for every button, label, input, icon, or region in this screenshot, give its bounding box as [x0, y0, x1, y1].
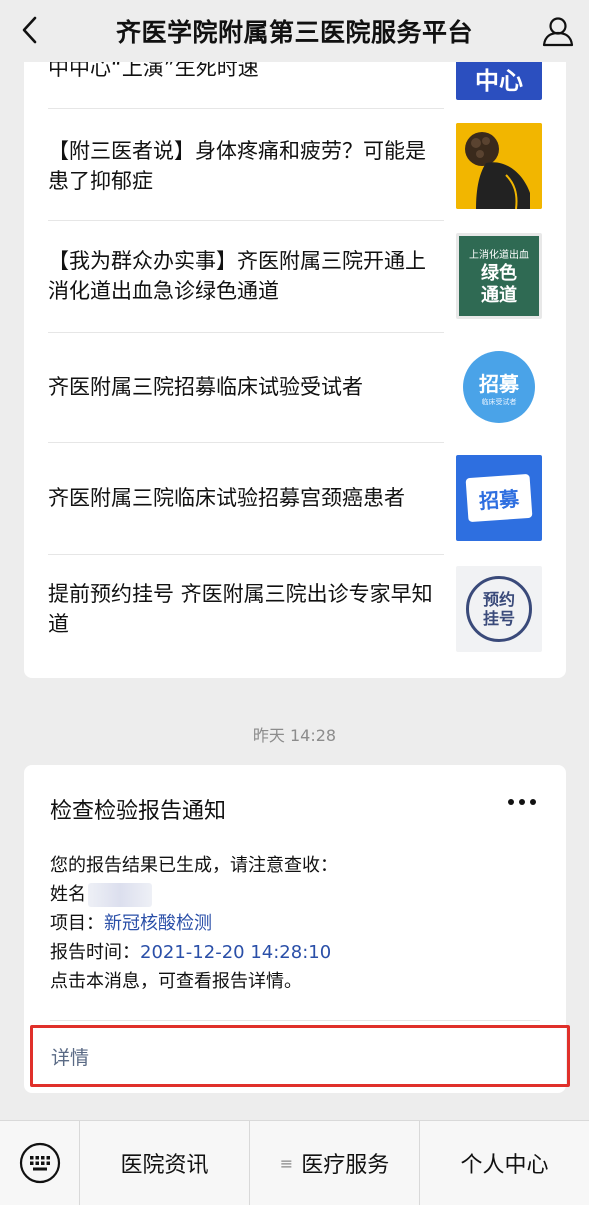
- news-item[interactable]: 齐医附属三院临床试验招募宫颈癌患者 招募: [48, 455, 542, 541]
- more-icon[interactable]: [508, 799, 536, 805]
- bottom-menu-bar: 医院资讯 ≡ 医疗服务 个人中心: [0, 1120, 589, 1205]
- project-label: 项目：: [50, 913, 104, 934]
- news-item-title: 齐医附属三院临床试验招募宫颈癌患者: [48, 486, 405, 510]
- report-notice-card[interactable]: 检查检验报告通知 您的报告结果已生成，请注意查收： 姓名 项目：新冠核酸检测 报…: [24, 765, 570, 1093]
- divider: [50, 1020, 540, 1021]
- thumbnail-caption: 上消化道出血: [469, 249, 529, 261]
- menu-label: 个人中心: [460, 1153, 549, 1178]
- news-thumbnail: 预约挂号: [456, 566, 542, 652]
- divider: [48, 554, 444, 555]
- news-item[interactable]: 提前预约挂号 齐医附属三院出诊专家早知道 预约挂号: [48, 566, 542, 652]
- news-thumbnail: 招募: [456, 455, 542, 541]
- report-time-label: 报告时间：: [50, 942, 140, 963]
- menu-label: 医疗服务: [301, 1153, 390, 1178]
- divider: [48, 108, 444, 109]
- thumbnail-label: 招募: [479, 371, 519, 396]
- news-card: 中中心“上演”生死时速 中心 【附三医者说】身体疼痛和疲劳？可能是患了抑郁症 【…: [24, 48, 566, 678]
- detail-label: 详情: [51, 1046, 90, 1069]
- news-thumbnail: 上消化道出血 绿色通道: [456, 233, 542, 319]
- divider: [48, 220, 444, 221]
- news-item[interactable]: 【附三医者说】身体疼痛和疲劳？可能是患了抑郁症: [48, 123, 542, 209]
- notice-time-row: 报告时间：2021-12-20 14:28:10: [50, 938, 338, 967]
- news-item-title: 齐医附属三院招募临床试验受试者: [48, 375, 363, 399]
- divider: [48, 442, 444, 443]
- thumbnail-label: 绿色通道: [481, 262, 517, 306]
- page-title: 齐医学院附属第三医院服务平台: [115, 18, 473, 47]
- menu-medical-services[interactable]: ≡ 医疗服务: [250, 1120, 420, 1205]
- news-item-title: 【我为群众办实事】齐医附属三院开通上消化道出血急诊绿色通道: [48, 249, 426, 303]
- notice-line: 点击本消息，可查看报告详情。: [50, 971, 302, 992]
- thumbnail-label: 招募: [478, 486, 520, 513]
- keyboard-icon[interactable]: [0, 1120, 80, 1205]
- news-thumbnail: [456, 123, 542, 209]
- notice-line: 您的报告结果已生成，请注意查收：: [50, 855, 338, 876]
- message-timestamp: 昨天 14:28: [252, 726, 337, 745]
- news-item-title: 提前预约挂号 齐医附属三院出诊专家早知道: [48, 582, 433, 636]
- redacted-name: [88, 883, 152, 907]
- notice-body: 您的报告结果已生成，请注意查收： 姓名 项目：新冠核酸检测 报告时间：2021-…: [50, 851, 338, 996]
- project-value: 新冠核酸检测: [104, 913, 212, 934]
- news-item-title: 【附三医者说】身体疼痛和疲劳？可能是患了抑郁症: [48, 139, 426, 193]
- notice-project-row: 项目：新冠核酸检测: [50, 909, 338, 938]
- thumbnail-label: 预约挂号: [482, 590, 515, 628]
- top-bar: 齐医学院附属第三医院服务平台: [0, 0, 589, 62]
- back-icon[interactable]: [14, 14, 46, 46]
- news-item[interactable]: 齐医附属三院招募临床试验受试者 招募 临床受试者: [48, 344, 542, 430]
- report-time-value: 2021-12-20 14:28:10: [140, 942, 332, 963]
- thumbnail-label: 中心: [475, 66, 523, 95]
- news-thumbnail: 招募 临床受试者: [456, 344, 542, 430]
- thumbnail-caption: 临床受试者: [481, 397, 517, 406]
- detail-link[interactable]: 详情: [30, 1025, 570, 1087]
- notice-title: 检查检验报告通知: [50, 799, 227, 824]
- news-item[interactable]: 【我为群众办实事】齐医附属三院开通上消化道出血急诊绿色通道 上消化道出血 绿色通…: [48, 233, 542, 319]
- name-label: 姓名: [50, 884, 86, 905]
- depressed-person-icon: [456, 123, 542, 209]
- user-icon[interactable]: [539, 12, 577, 50]
- menu-personal-center[interactable]: 个人中心: [420, 1121, 589, 1205]
- submenu-icon: ≡: [279, 1153, 294, 1173]
- notice-name-row: 姓名: [50, 880, 338, 909]
- menu-label: 医院资讯: [120, 1153, 209, 1178]
- menu-hospital-news[interactable]: 医院资讯: [80, 1120, 250, 1205]
- divider: [48, 332, 444, 333]
